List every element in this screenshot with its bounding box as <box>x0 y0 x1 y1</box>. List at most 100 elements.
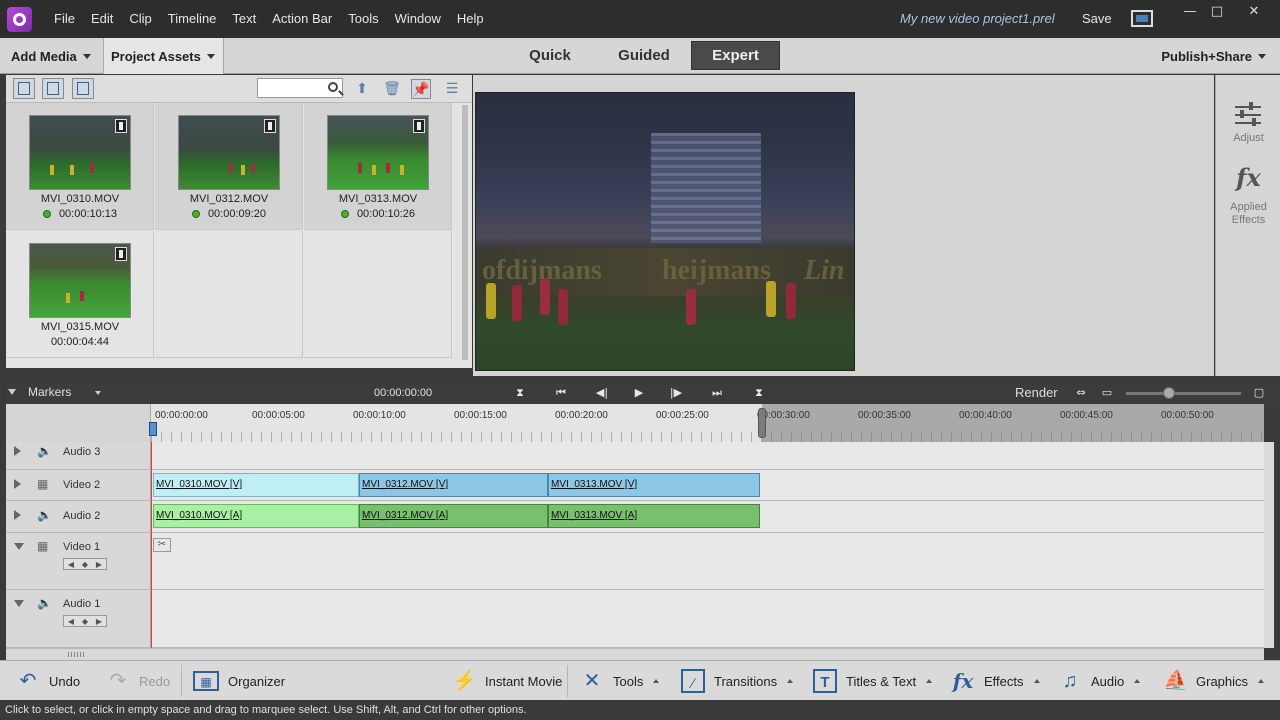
expand-track-icon[interactable] <box>14 446 21 456</box>
asset-thumbnail[interactable] <box>29 115 131 190</box>
add-media-button[interactable]: Add Media <box>0 38 104 74</box>
go-to-out-icon[interactable]: ⧗ <box>750 385 768 401</box>
project-assets-button[interactable]: Project Assets <box>104 38 224 74</box>
fx-icon[interactable]: fx <box>1216 163 1280 192</box>
audio-clip[interactable]: MVI_0310.MOV [A] <box>153 504 359 528</box>
scroll-thumb[interactable] <box>462 105 468 360</box>
trash-icon[interactable]: 🗑 <box>382 79 402 99</box>
undo-button[interactable]: ↶ Undo <box>16 661 80 701</box>
filter-audio-button[interactable] <box>72 78 94 99</box>
work-area-end-handle[interactable] <box>758 408 766 438</box>
menu-help[interactable]: Help <box>449 11 492 26</box>
skip-forward-icon[interactable]: ⏭ <box>708 385 726 401</box>
film-icon[interactable]: ▦ <box>37 477 48 491</box>
pin-icon[interactable]: 📌 <box>411 79 431 99</box>
filter-image-button[interactable] <box>42 78 64 99</box>
panel-menu-icon[interactable]: ☰ <box>442 79 462 99</box>
menu-text[interactable]: Text <box>224 11 264 26</box>
filter-video-button[interactable] <box>13 78 35 99</box>
go-to-in-icon[interactable]: ⧗ <box>511 385 529 401</box>
play-icon[interactable]: ▶ <box>630 385 648 401</box>
asset-tile[interactable]: MVI_0310.MOV 00:00:10:13 <box>6 103 154 230</box>
minimize-button[interactable]: — <box>1177 4 1203 20</box>
collapse-track-icon[interactable] <box>14 543 24 550</box>
tab-expert[interactable]: Expert <box>691 41 780 70</box>
keyframe-controls[interactable]: ◀ ◆ ▶ <box>63 615 107 627</box>
search-icon[interactable] <box>328 82 338 92</box>
fullscreen-icon[interactable] <box>1131 10 1153 27</box>
save-button[interactable]: Save <box>1082 11 1112 26</box>
film-icon[interactable]: ▦ <box>37 539 48 553</box>
instant-movie-button[interactable]: ⚡ Instant Movie <box>452 661 562 701</box>
skip-back-icon[interactable]: ⏮ <box>552 385 570 401</box>
expand-track-icon[interactable] <box>14 479 21 489</box>
adjust-label[interactable]: Adjust <box>1216 132 1280 144</box>
zoom-in-icon[interactable]: ▢ <box>1250 385 1268 401</box>
organizer-button[interactable]: ▦ Organizer <box>193 661 285 701</box>
audio-clip[interactable]: MVI_0313.MOV [A] <box>548 504 760 528</box>
timeline-vertical-scrollbar[interactable] <box>1264 442 1274 648</box>
folder-up-icon[interactable]: ⬆ <box>352 79 372 99</box>
speaker-icon[interactable]: 🔈 <box>37 508 52 522</box>
menu-timeline[interactable]: Timeline <box>160 11 225 26</box>
asset-tile[interactable]: MVI_0313.MOV 00:00:10:26 <box>304 103 452 230</box>
tab-quick[interactable]: Quick <box>516 41 584 70</box>
menu-clip[interactable]: Clip <box>121 11 159 26</box>
markers-menu[interactable]: Markers <box>28 385 71 399</box>
zoom-slider[interactable] <box>1126 387 1241 399</box>
asset-search-input[interactable] <box>257 78 343 98</box>
applied-effects-label[interactable]: Effects <box>1216 214 1280 226</box>
tools-button[interactable]: ✕ Tools <box>580 661 660 701</box>
asset-thumbnail[interactable] <box>178 115 280 190</box>
zoom-out-icon[interactable]: ▭ <box>1098 385 1116 401</box>
timeline-tracks[interactable]: 🔈 Audio 3 ▦ Video 2 MVI_0310.MOV [V] MVI… <box>6 442 1264 648</box>
audio-clip[interactable]: MVI_0312.MOV [A] <box>359 504 548 528</box>
scroll-grip[interactable] <box>68 652 84 657</box>
organizer-label: Organizer <box>228 673 286 689</box>
menu-edit[interactable]: Edit <box>83 11 121 26</box>
track-header: 🔈 Audio 1 ◀ ◆ ▶ <box>6 590 151 647</box>
close-button[interactable]: ✕ <box>1241 4 1267 20</box>
video-preview[interactable]: ofdijmans heijmans Lin <box>475 92 855 371</box>
menu-file[interactable]: File <box>46 11 83 26</box>
tab-guided[interactable]: Guided <box>602 41 686 70</box>
playhead-handle[interactable] <box>149 422 157 436</box>
chevron-down-icon[interactable] <box>95 391 101 395</box>
collapse-icon[interactable] <box>8 389 16 395</box>
keyframe-controls[interactable]: ◀ ◆ ▶ <box>63 558 107 570</box>
menu-window[interactable]: Window <box>387 11 449 26</box>
audio-button[interactable]: ♫ Audio <box>1058 661 1141 701</box>
graphics-button[interactable]: ⛵ Graphics <box>1163 661 1265 701</box>
step-forward-icon[interactable]: |▶ <box>667 385 685 401</box>
step-back-icon[interactable]: ◀| <box>593 385 611 401</box>
zoom-slider-handle[interactable] <box>1163 387 1175 399</box>
effects-button[interactable]: fx Effects <box>951 661 1040 701</box>
assets-scrollbar[interactable] <box>460 103 470 368</box>
applied-effects-label[interactable]: Applied <box>1216 201 1280 213</box>
speaker-icon[interactable]: 🔈 <box>37 596 52 610</box>
asset-tile[interactable]: MVI_0315.MOV 00:00:04:44 <box>6 231 154 358</box>
collapse-track-icon[interactable] <box>14 600 24 607</box>
titles-text-button[interactable]: T Titles & Text <box>813 661 933 701</box>
video-clip[interactable]: MVI_0312.MOV [V] <box>359 473 548 497</box>
expand-track-icon[interactable] <box>14 510 21 520</box>
timeline-horizontal-scrollbar[interactable] <box>6 648 1264 660</box>
fit-timeline-icon[interactable]: ⇔ <box>1072 385 1090 401</box>
maximize-button[interactable]: □ <box>1204 4 1230 20</box>
timeline-ruler[interactable]: 00:00:00:00 00:00:05:00 00:00:10:00 00:0… <box>6 404 1264 442</box>
publish-share-button[interactable]: Publish+Share <box>1161 38 1266 74</box>
render-button[interactable]: Render <box>1015 385 1058 400</box>
menu-tools[interactable]: Tools <box>340 11 386 26</box>
asset-tile[interactable]: MVI_0312.MOV 00:00:09:20 <box>155 103 303 230</box>
timecode-display[interactable]: 00:00:00:00 <box>374 387 432 399</box>
adjust-icon[interactable] <box>1235 102 1261 126</box>
redo-button[interactable]: ↷ Redo <box>106 661 170 701</box>
speaker-icon[interactable]: 🔈 <box>37 444 52 458</box>
video-clip[interactable]: MVI_0310.MOV [V] <box>153 473 359 497</box>
video-clip[interactable]: MVI_0313.MOV [V] <box>548 473 760 497</box>
menu-action-bar[interactable]: Action Bar <box>264 11 340 26</box>
scissors-icon[interactable]: ✂ <box>153 538 171 552</box>
asset-thumbnail[interactable] <box>327 115 429 190</box>
transitions-button[interactable]: ⁄ Transitions <box>681 661 794 701</box>
asset-thumbnail[interactable] <box>29 243 131 318</box>
